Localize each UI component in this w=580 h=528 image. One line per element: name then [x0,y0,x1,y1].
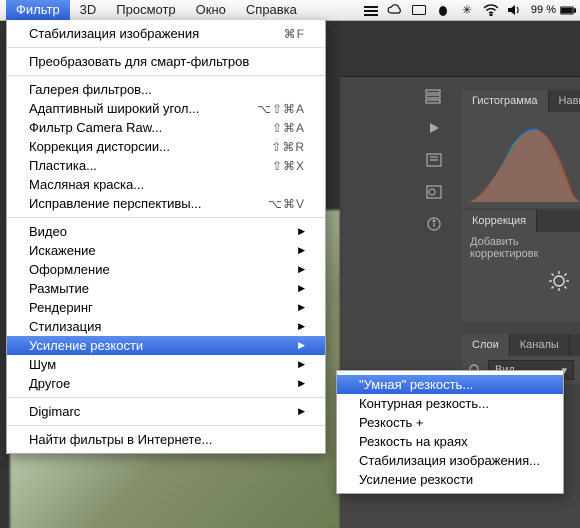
properties-icon[interactable] [420,148,448,172]
info-icon[interactable] [420,212,448,236]
menu-item[interactable]: Искажение ▶ [7,241,325,260]
tab-channels[interactable]: Каналы [510,334,570,356]
submenu-item[interactable]: Контурная резкость... [337,394,563,413]
menu-item[interactable]: Коррекция дисторсии...⇧⌘R [7,137,325,156]
panel-icon-strip [420,84,454,244]
keyboard-icon[interactable] [411,2,427,18]
menubar-item-1[interactable]: 3D [70,0,107,20]
menu-item[interactable]: Оформление ▶ [7,260,325,279]
histogram-graph [462,112,580,208]
menu-item-label: Искажение [29,243,290,258]
sharpen-submenu: "Умная" резкость...Контурная резкость...… [336,370,564,494]
menu-item-label: Другое [29,376,290,391]
menu-item-label: Рендеринг [29,300,290,315]
menu-item-label: Шум [29,357,290,372]
menu-item-label: Найти фильтры в Интернете... [29,432,305,447]
correction-hint: Добавить корректировк [462,232,580,264]
menu-item-label: Адаптивный широкий угол... [29,101,257,116]
tab-histogram[interactable]: Гистограмма [462,90,549,112]
menu-item[interactable]: Стилизация ▶ [7,317,325,336]
menu-item[interactable]: Усиление резкости ▶ [7,336,325,355]
submenu-arrow-icon: ▶ [298,321,305,332]
menu-item-label: Преобразовать для смарт-фильтров [29,54,305,69]
menu-item-label: Digimarc [29,404,290,419]
menu-item-label: Видео [29,224,290,239]
wifi-icon[interactable] [483,2,499,18]
menu-item[interactable]: Исправление перспективы...⌥⌘V [7,194,325,213]
menu-item[interactable]: Рендеринг ▶ [7,298,325,317]
menu-item[interactable]: Преобразовать для смарт-фильтров [7,52,325,71]
correction-panel: Коррекция Добавить корректировк [462,210,580,322]
submenu-arrow-icon: ▶ [298,283,305,294]
options-bar [340,20,580,77]
menu-item-label: Коррекция дисторсии... [29,139,271,154]
notification-icon[interactable] [363,2,379,18]
menu-item-label: Исправление перспективы... [29,196,268,211]
menubar-item-2[interactable]: Просмотр [106,0,185,20]
submenu-arrow-icon: ▶ [298,245,305,256]
menu-item-shortcut: ⇧⌘X [272,159,305,173]
volume-icon[interactable] [507,2,523,18]
coffee-icon[interactable] [435,2,451,18]
submenu-item[interactable]: Усиление резкости [337,470,563,489]
submenu-item[interactable]: "Умная" резкость... [337,375,563,394]
menu-item-label: Размытие [29,281,290,296]
menu-item-label: Усиление резкости [29,338,290,353]
os-menubar: Фильтр3DПросмотрОкноСправка ✳︎ 99 % [0,0,580,21]
actions-icon[interactable] [420,116,448,140]
menu-item-shortcut: ⇧⌘R [271,140,305,154]
battery-text: 99 % [531,4,556,16]
menu-item-shortcut: ⌥⇧⌘A [257,102,305,116]
menu-item-label: Пластика... [29,158,272,173]
menu-item-label: Стабилизация изображения [29,26,284,41]
history-icon[interactable] [420,84,448,108]
menu-item-label: Стилизация [29,319,290,334]
tab-paths[interactable]: Конту [570,334,580,356]
menu-item-shortcut: ⇧⌘A [272,121,305,135]
submenu-item[interactable]: Стабилизация изображения... [337,451,563,470]
cc-icon[interactable] [387,2,403,18]
menu-item[interactable]: Другое ▶ [7,374,325,393]
menu-item-shortcut: ⌥⌘V [268,197,305,211]
menu-item[interactable]: Видео ▶ [7,222,325,241]
menu-item[interactable]: Масляная краска... [7,175,325,194]
submenu-item[interactable]: Резкость + [337,413,563,432]
submenu-item[interactable]: Резкость на краях [337,432,563,451]
histogram-panel: Гистограмма Навигат [462,90,580,208]
submenu-arrow-icon: ▶ [298,378,305,389]
menu-item[interactable]: Размытие ▶ [7,279,325,298]
tab-layers[interactable]: Слои [462,334,510,356]
submenu-arrow-icon: ▶ [298,264,305,275]
menu-item[interactable]: Digimarc ▶ [7,402,325,421]
filter-menu: Стабилизация изображения⌘F Преобразовать … [6,20,326,454]
submenu-arrow-icon: ▶ [298,359,305,370]
menu-item[interactable]: Галерея фильтров... [7,80,325,99]
menubar-item-0[interactable]: Фильтр [6,0,70,20]
menu-item[interactable]: Шум ▶ [7,355,325,374]
brightness-icon[interactable] [548,270,570,292]
battery-icon[interactable] [560,2,576,18]
submenu-arrow-icon: ▶ [298,226,305,237]
sync-icon[interactable]: ✳︎ [459,2,475,18]
menu-item-label: Оформление [29,262,290,277]
menu-item[interactable]: Адаптивный широкий угол...⌥⇧⌘A [7,99,325,118]
submenu-arrow-icon: ▶ [298,302,305,313]
tab-navigator[interactable]: Навигат [549,90,580,112]
menu-item[interactable]: Найти фильтры в Интернете... [7,430,325,449]
menu-item[interactable]: Стабилизация изображения⌘F [7,24,325,43]
tab-correction[interactable]: Коррекция [462,210,537,232]
menubar-item-4[interactable]: Справка [236,0,307,20]
menu-item[interactable]: Фильтр Camera Raw...⇧⌘A [7,118,325,137]
menu-item-label: Фильтр Camera Raw... [29,120,272,135]
menu-item[interactable]: Пластика...⇧⌘X [7,156,325,175]
submenu-arrow-icon: ▶ [298,340,305,351]
submenu-arrow-icon: ▶ [298,406,305,417]
menu-item-label: Масляная краска... [29,177,305,192]
menubar-item-3[interactable]: Окно [186,0,236,20]
menu-item-label: Галерея фильтров... [29,82,305,97]
histogram-tabs: Гистограмма Навигат [462,90,580,112]
adjustments-icon[interactable] [420,180,448,204]
menu-item-shortcut: ⌘F [284,27,305,41]
